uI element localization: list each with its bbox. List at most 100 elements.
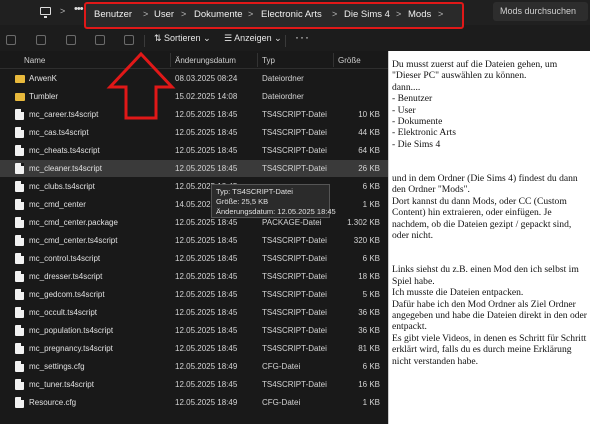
- file-type: CFG-Datei: [262, 362, 301, 371]
- column-header-name[interactable]: Name: [24, 56, 45, 65]
- red-arrow-annotation: [106, 51, 176, 120]
- file-name: mc_tuner.ts4script: [29, 380, 94, 389]
- file-icon: [15, 109, 24, 120]
- table-row[interactable]: mc_settings.cfg 12.05.2025 18:49 CFG-Datei…: [0, 358, 388, 375]
- more-options-button[interactable]: ···: [295, 30, 310, 44]
- column-header-size[interactable]: Größe: [338, 56, 361, 65]
- breadcrumb-separator: >: [143, 9, 149, 19]
- file-date: 12.05.2025 18:45: [175, 110, 238, 119]
- column-separator[interactable]: [257, 53, 258, 67]
- file-size: 18 KB: [358, 272, 380, 281]
- breadcrumb-separator: >: [181, 9, 187, 19]
- table-row[interactable]: mc_cleaner.ts4script 12.05.2025 18:45 TS4S…: [0, 160, 388, 177]
- table-row[interactable]: Tumbler 15.02.2025 14:08 Dateiordner: [0, 88, 388, 105]
- this-pc-icon[interactable]: [40, 7, 51, 18]
- file-icon: [15, 127, 24, 138]
- file-name: mc_occult.ts4script: [29, 308, 98, 317]
- file-date: 12.05.2025 18:45: [175, 344, 238, 353]
- tooltip-date: Änderungsdatum: 12.05.2025 18:45: [216, 207, 336, 216]
- file-type: Dateiordner: [262, 74, 304, 83]
- breadcrumb-item-benutzer[interactable]: Benutzer: [94, 9, 132, 20]
- file-name: mc_cas.ts4script: [29, 128, 89, 137]
- new-item-icon[interactable]: [6, 35, 16, 45]
- toolbar-divider: [285, 35, 286, 47]
- file-size: 26 KB: [358, 164, 380, 173]
- file-size: 1 KB: [362, 200, 380, 209]
- table-row[interactable]: mc_cheats.ts4script 12.05.2025 18:45 TS4SC…: [0, 142, 388, 159]
- breadcrumb-separator: >: [396, 9, 402, 19]
- breadcrumb-separator: >: [332, 9, 338, 19]
- file-name: ArwenK: [29, 74, 58, 83]
- file-type: TS4SCRIPT-Datei: [262, 254, 327, 263]
- view-button[interactable]: ☰ Anzeigen ⌄: [224, 33, 282, 44]
- file-date: 12.05.2025 18:45: [175, 272, 238, 281]
- file-name: mc_dresser.ts4script: [29, 272, 103, 281]
- sort-button[interactable]: ⇅ Sortieren ⌄: [154, 33, 211, 44]
- file-type: TS4SCRIPT-Datei: [262, 146, 327, 155]
- breadcrumb-item-electronic-arts[interactable]: Electronic Arts: [261, 9, 322, 20]
- table-row[interactable]: Resource.cfg 12.05.2025 18:49 CFG-Datei 1 K…: [0, 394, 388, 411]
- file-icon: [15, 325, 24, 336]
- file-size: 44 KB: [358, 128, 380, 137]
- column-header-type[interactable]: Typ: [262, 56, 275, 65]
- table-row[interactable]: mc_dresser.ts4script 12.05.2025 18:45 TS4S…: [0, 268, 388, 285]
- file-type: TS4SCRIPT-Datei: [262, 290, 327, 299]
- folder-icon: [15, 75, 25, 83]
- rename-icon[interactable]: [95, 35, 105, 45]
- view-label: Anzeigen: [234, 33, 272, 43]
- file-date: 12.05.2025 18:45: [175, 146, 238, 155]
- cut-icon[interactable]: [36, 35, 46, 45]
- file-icon: [15, 379, 24, 390]
- tooltip-size: Größe: 25,5 KB: [216, 197, 269, 206]
- table-row[interactable]: mc_population.ts4script 12.05.2025 18:45 T…: [0, 322, 388, 339]
- file-name: mc_cmd_center.ts4script: [29, 236, 118, 245]
- column-header-date[interactable]: Änderungsdatum: [175, 56, 236, 65]
- file-list: Name Änderungsdatum Typ Größe ArwenK 08.0…: [0, 51, 388, 424]
- table-row[interactable]: mc_cas.ts4script 12.05.2025 18:45 TS4SCRIP…: [0, 124, 388, 141]
- table-row[interactable]: mc_pregnancy.ts4script 12.05.2025 18:45 TS…: [0, 340, 388, 357]
- file-name: mc_settings.cfg: [29, 362, 85, 371]
- file-name: mc_control.ts4script: [29, 254, 101, 263]
- toolbar-divider: [144, 35, 145, 47]
- table-header: Name Änderungsdatum Typ Größe: [0, 51, 388, 69]
- table-row[interactable]: mc_control.ts4script 12.05.2025 18:45 TS4S…: [0, 250, 388, 267]
- explanation-text: Du musst zuerst auf die Dateien gehen, u…: [392, 59, 587, 367]
- breadcrumb-item-mods[interactable]: Mods: [408, 9, 431, 20]
- file-type: Dateiordner: [262, 92, 304, 101]
- file-name: mc_pregnancy.ts4script: [29, 344, 113, 353]
- file-date: 15.02.2025 14:08: [175, 92, 238, 101]
- column-separator[interactable]: [333, 53, 334, 67]
- file-icon: [15, 217, 24, 228]
- table-row[interactable]: mc_cmd_center.ts4script 12.05.2025 18:45 T…: [0, 232, 388, 249]
- file-size: 36 KB: [358, 326, 380, 335]
- file-icon: [15, 307, 24, 318]
- address-bar-row: > ••• Benutzer > User > Dokumente > Elec…: [0, 0, 590, 29]
- file-type: PACKAGE-Datei: [262, 218, 322, 227]
- file-type: TS4SCRIPT-Datei: [262, 344, 327, 353]
- search-input[interactable]: Mods durchsuchen: [493, 2, 588, 21]
- file-type: TS4SCRIPT-Datei: [262, 110, 327, 119]
- file-type: TS4SCRIPT-Datei: [262, 272, 327, 281]
- table-row[interactable]: mc_career.ts4script 12.05.2025 18:45 TS4SC…: [0, 106, 388, 123]
- file-name: mc_cmd_center.package: [29, 218, 118, 227]
- table-row[interactable]: mc_tuner.ts4script 12.05.2025 18:45 TS4SCR…: [0, 376, 388, 393]
- file-name: mc_career.ts4script: [29, 110, 99, 119]
- file-icon: [15, 163, 24, 174]
- file-type: TS4SCRIPT-Datei: [262, 164, 327, 173]
- table-row[interactable]: mc_gedcom.ts4script 12.05.2025 18:45 TS4SC…: [0, 286, 388, 303]
- file-name: mc_clubs.ts4script: [29, 182, 95, 191]
- delete-icon[interactable]: [124, 35, 134, 45]
- table-row[interactable]: mc_occult.ts4script 12.05.2025 18:45 TS4SC…: [0, 304, 388, 321]
- file-name: mc_cheats.ts4script: [29, 146, 100, 155]
- table-row[interactable]: ArwenK 08.03.2025 08:24 Dateiordner: [0, 70, 388, 87]
- breadcrumb-item-die-sims-4[interactable]: Die Sims 4: [344, 9, 390, 20]
- file-type: TS4SCRIPT-Datei: [262, 308, 327, 317]
- breadcrumb-item-dokumente[interactable]: Dokumente: [194, 9, 243, 20]
- file-type: TS4SCRIPT-Datei: [262, 380, 327, 389]
- breadcrumb-item-user[interactable]: User: [154, 9, 174, 20]
- file-icon: [15, 397, 24, 408]
- explanation-panel: Du musst zuerst auf die Dateien gehen, u…: [388, 51, 590, 424]
- file-name: mc_cleaner.ts4script: [29, 164, 102, 173]
- more-path-icon[interactable]: •••: [74, 3, 84, 15]
- copy-icon[interactable]: [66, 35, 76, 45]
